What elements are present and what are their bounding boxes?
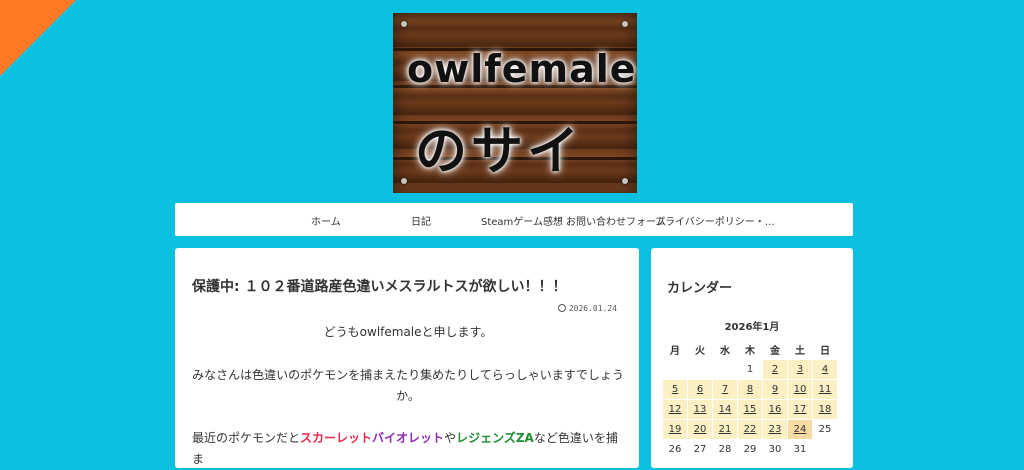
calendar-day-link[interactable]: 14: [713, 400, 737, 419]
calendar-day-number[interactable]: 13: [694, 404, 707, 415]
calendar-day-number[interactable]: 4: [822, 364, 828, 375]
calendar-day-number[interactable]: 8: [747, 384, 753, 395]
calendar-day-number[interactable]: 23: [769, 424, 782, 435]
calendar-day-link[interactable]: 9: [763, 380, 787, 399]
calendar-day: 25: [818, 424, 832, 435]
weekday-header: 水: [720, 345, 730, 357]
weekday-header: 日: [820, 345, 830, 357]
calendar-day-link[interactable]: 17: [788, 400, 812, 419]
calendar-day-link[interactable]: 10: [788, 380, 812, 399]
nav-item-contact-form[interactable]: お問い合わせフォーム: [566, 213, 666, 228]
calendar-day-link[interactable]: 8: [738, 380, 762, 399]
weekday-header: 木: [745, 345, 755, 357]
calendar-day-number[interactable]: 2: [772, 364, 778, 375]
weekday-header: 金: [770, 345, 780, 357]
calendar-day-number[interactable]: 17: [794, 404, 807, 415]
logo-nail: [401, 21, 407, 27]
calendar-day-number[interactable]: 3: [797, 364, 803, 375]
calendar-day-link[interactable]: 6: [688, 380, 712, 399]
calendar-day-number[interactable]: 14: [719, 404, 732, 415]
article-paragraph: 最近のポケモンだとスカーレットバイオレットやレジェンズZAなど色違いを捕ま: [192, 428, 624, 470]
logo-text-line1: owlfemale: [407, 47, 637, 91]
calendar-day-number[interactable]: 15: [744, 404, 757, 415]
calendar-day: 31: [793, 444, 807, 455]
calendar-day-link[interactable]: 22: [738, 420, 762, 439]
logo-nail: [401, 178, 407, 184]
calendar-day: 29: [743, 444, 757, 455]
calendar-day-link[interactable]: 23: [763, 420, 787, 439]
calendar-day-link[interactable]: 5: [663, 380, 687, 399]
calendar-day-link[interactable]: 15: [738, 400, 762, 419]
calendar-day-number[interactable]: 21: [719, 424, 732, 435]
clock-icon: [557, 304, 566, 312]
highlight-scarlet: スカーレット: [300, 431, 373, 445]
calendar-day-link[interactable]: 19: [663, 420, 687, 439]
nav-item-home[interactable]: ホーム: [311, 213, 341, 228]
calendar-day-link[interactable]: 4: [813, 360, 837, 379]
calendar-day-link[interactable]: 18: [813, 400, 837, 419]
calendar-day-link[interactable]: 20: [688, 420, 712, 439]
calendar-day-number[interactable]: 5: [672, 384, 678, 395]
article-title[interactable]: 保護中: １０２番道路産色違いメスラルトスが欲しい！！！: [192, 276, 566, 296]
nav-item-diary[interactable]: 日記: [411, 213, 431, 228]
calendar-day-number[interactable]: 19: [669, 424, 682, 435]
global-nav: ホーム 日記 Steamゲーム感想 お問い合わせフォーム プライバシーポリシー・…: [175, 203, 853, 236]
highlight-violet: バイオレット: [372, 431, 445, 445]
calendar-day-link[interactable]: 13: [688, 400, 712, 419]
corner-ribbon: [0, 0, 76, 76]
calendar-day-empty: [713, 360, 737, 379]
article-paragraph: みなさんは色違いのポケモンを捕まえたり集めたりしてらっしゃいますでしょうか。: [192, 368, 624, 403]
calendar-day-empty: [688, 360, 712, 379]
calendar-day-empty: [813, 440, 837, 459]
post-date: 2026.01.24: [557, 304, 617, 313]
calendar-day-number[interactable]: 12: [669, 404, 682, 415]
paragraph-text: 最近のポケモンだと: [192, 431, 301, 445]
calendar-day-empty: [663, 360, 687, 379]
calendar-caption: 2026年1月: [724, 322, 780, 333]
paragraph-text: や: [444, 431, 457, 445]
calendar-day-number[interactable]: 7: [722, 384, 728, 395]
weekday-header: 火: [695, 345, 705, 357]
article-card: 保護中: １０２番道路産色違いメスラルトスが欲しい！！！ 2026.01.24 …: [175, 248, 639, 468]
calendar-day-link[interactable]: 7: [713, 380, 737, 399]
calendar-day-link[interactable]: 12: [663, 400, 687, 419]
calendar-day-today[interactable]: 24: [788, 420, 812, 439]
calendar-day-number[interactable]: 16: [769, 404, 782, 415]
nav-item-steam-reviews[interactable]: Steamゲーム感想: [481, 213, 563, 228]
calendar-day-link[interactable]: 11: [813, 380, 837, 399]
calendar-day-number[interactable]: 24: [794, 424, 807, 435]
calendar-day-link[interactable]: 2: [763, 360, 787, 379]
calendar-day-number[interactable]: 11: [819, 384, 832, 395]
calendar-day: 28: [718, 444, 732, 455]
sidebar-calendar-widget: カレンダー 2026年1月 月 火 水 木 金 土 日 1 2 3 4 5 6 …: [651, 248, 853, 468]
site-logo[interactable]: owlfemale のサイト: [393, 13, 637, 193]
logo-text-line2: のサイト: [415, 122, 584, 182]
calendar-day-link[interactable]: 3: [788, 360, 812, 379]
highlight-legends-za: レジェンズZA: [456, 431, 534, 445]
calendar-day-number[interactable]: 6: [697, 384, 703, 395]
post-date-text: 2026.01.24: [568, 304, 617, 313]
calendar-day-number[interactable]: 22: [744, 424, 757, 435]
calendar-day: 30: [768, 444, 782, 455]
calendar-day-link[interactable]: 16: [763, 400, 787, 419]
calendar-day: 27: [693, 444, 707, 455]
calendar-table: 月 火 水 木 金 土 日 1 2 3 4 5 6 7 8 9 10 11 12…: [662, 338, 838, 460]
widget-title: カレンダー: [667, 281, 733, 296]
article-paragraph: どうもowlfemaleと申します。: [323, 325, 493, 339]
calendar-day-number[interactable]: 10: [794, 384, 807, 395]
logo-nail: [622, 21, 628, 27]
weekday-header: 土: [795, 345, 805, 357]
calendar-day-number[interactable]: 20: [694, 424, 707, 435]
calendar-day: 1: [746, 364, 754, 375]
weekday-header: 月: [670, 345, 680, 357]
calendar-day-link[interactable]: 21: [713, 420, 737, 439]
nav-item-privacy-policy[interactable]: プライバシーポリシー・…: [655, 213, 775, 228]
calendar-day-number[interactable]: 9: [772, 384, 778, 395]
calendar-day-number[interactable]: 18: [819, 404, 832, 415]
calendar-day: 26: [668, 444, 682, 455]
